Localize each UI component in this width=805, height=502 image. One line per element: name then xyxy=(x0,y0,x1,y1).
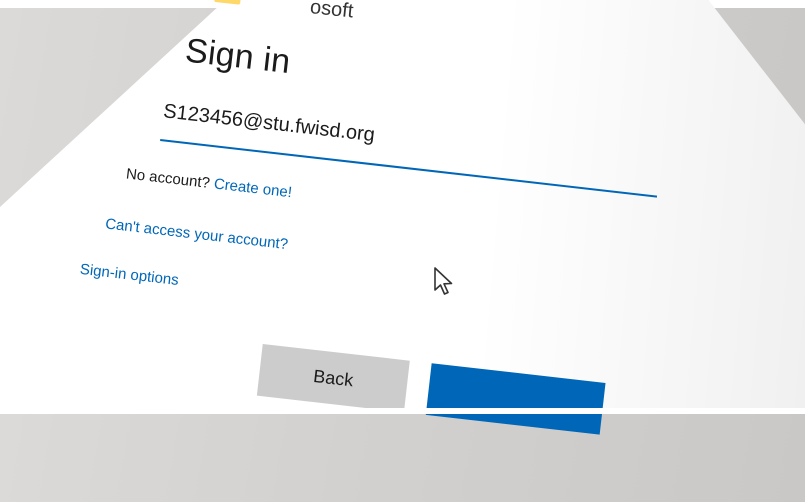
next-button[interactable] xyxy=(425,363,606,435)
page-title: Sign in xyxy=(183,31,293,82)
no-account-label: No account? xyxy=(125,165,211,192)
bottom-border xyxy=(0,408,805,414)
no-account-row: No account? Create one! xyxy=(125,165,293,201)
signin-options-link[interactable]: Sign-in options xyxy=(79,261,180,289)
logo-mark-icon xyxy=(214,0,241,5)
brand-text: osoft xyxy=(309,0,355,23)
cant-access-account-link[interactable]: Can't access your account? xyxy=(104,215,289,253)
create-account-link[interactable]: Create one! xyxy=(213,175,293,201)
back-button[interactable]: Back xyxy=(256,343,410,413)
mouse-pointer-icon xyxy=(434,267,453,295)
